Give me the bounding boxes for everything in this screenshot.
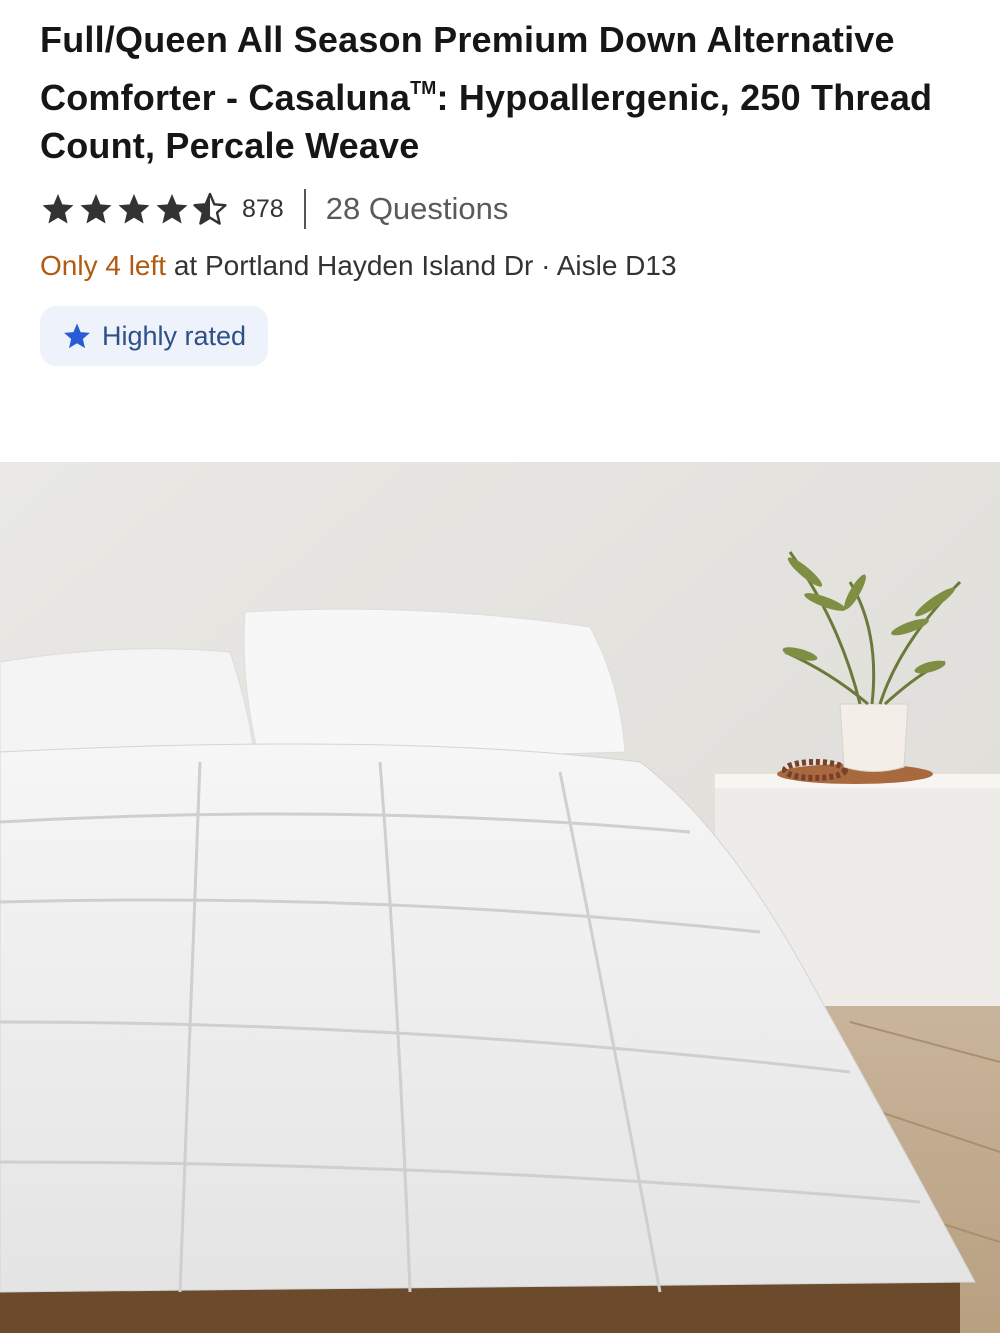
star-full-icon	[42, 194, 74, 224]
questions-link[interactable]: 28 Questions	[326, 191, 509, 227]
star-rating[interactable]	[40, 191, 228, 227]
highly-rated-badge[interactable]: Highly rated	[40, 306, 269, 366]
product-header: Full/Queen All Season Premium Down Alter…	[0, 0, 1000, 366]
badge-label: Highly rated	[102, 320, 247, 351]
star-half-icon	[193, 192, 227, 225]
store-location[interactable]: at Portland Hayden Island Dr · Aisle D13	[166, 250, 677, 281]
only-left-text: Only 4 left	[40, 250, 167, 281]
product-title: Full/Queen All Season Premium Down Alter…	[40, 16, 940, 170]
star-full-icon	[156, 194, 188, 224]
rating-row: 878 28 Questions	[40, 182, 960, 236]
star-icon	[64, 323, 90, 349]
comforter-photo	[0, 462, 1000, 1333]
product-image[interactable]	[0, 462, 1000, 1333]
trademark-mark: TM	[410, 78, 437, 98]
divider	[303, 189, 306, 229]
stock-status: Only 4 left at Portland Hayden Island Dr…	[40, 250, 960, 282]
star-full-icon	[80, 194, 112, 224]
review-count[interactable]: 878	[242, 195, 284, 224]
star-full-icon	[118, 194, 150, 224]
